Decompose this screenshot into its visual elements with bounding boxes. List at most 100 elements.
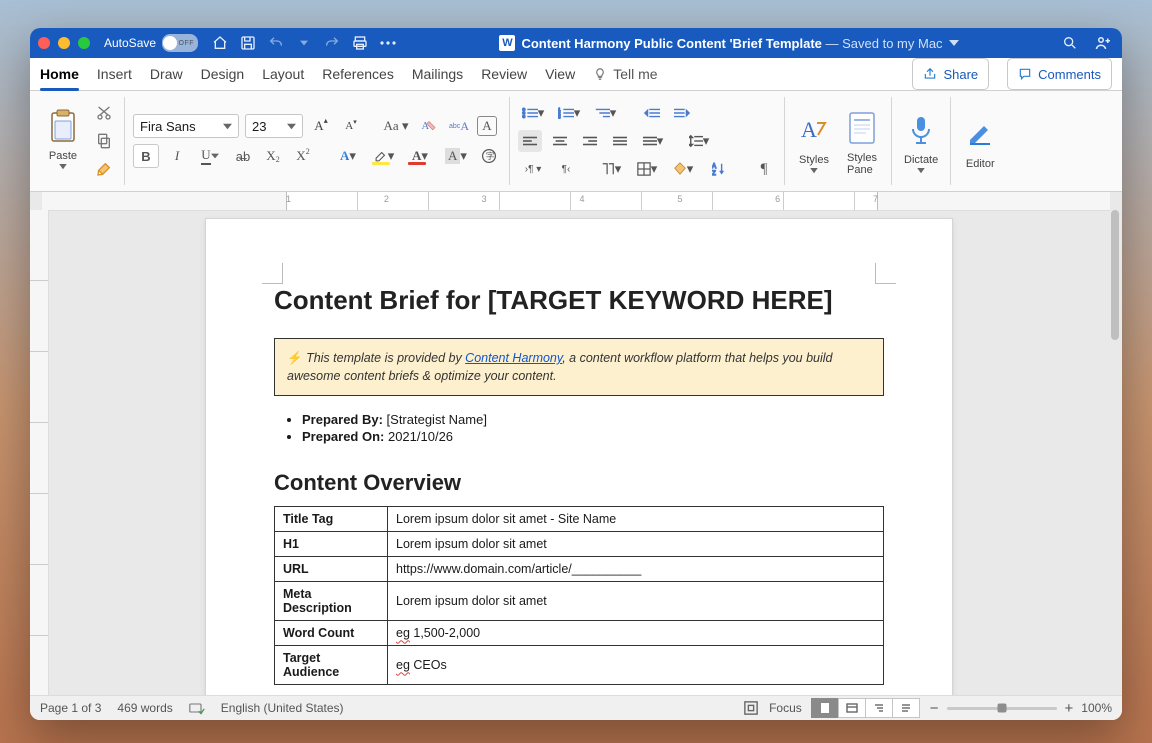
- table-value[interactable]: Lorem ipsum dolor sit amet - Site Name: [388, 507, 884, 532]
- ltr-direction-button[interactable]: ›¶ ▾: [518, 158, 548, 180]
- strikethrough-button[interactable]: a̶b: [231, 145, 255, 167]
- rtl-direction-button[interactable]: ¶‹: [554, 158, 578, 180]
- enclose-characters-icon[interactable]: 字: [477, 145, 501, 167]
- search-icon[interactable]: [1060, 33, 1080, 53]
- share-people-icon[interactable]: [1094, 33, 1114, 53]
- shading-button[interactable]: ▾: [668, 158, 698, 180]
- numbering-button[interactable]: 123 ▾: [554, 102, 584, 124]
- tab-mailings[interactable]: Mailings: [412, 58, 463, 90]
- multilevel-list-button[interactable]: ▾: [590, 102, 620, 124]
- view-print-layout[interactable]: [811, 698, 839, 718]
- ruler-vertical[interactable]: [30, 210, 49, 695]
- superscript-button[interactable]: X2: [291, 145, 315, 167]
- view-outline[interactable]: [865, 698, 893, 718]
- align-right-button[interactable]: [578, 130, 602, 152]
- tell-me[interactable]: Tell me: [593, 58, 657, 90]
- subscript-button[interactable]: X2: [261, 145, 285, 167]
- highlight-color-button[interactable]: ▾: [369, 145, 399, 167]
- table-key[interactable]: URL: [275, 557, 388, 582]
- tab-view[interactable]: View: [545, 58, 575, 90]
- status-words[interactable]: 469 words: [117, 701, 172, 715]
- title-chevron-down-icon[interactable]: [949, 36, 959, 51]
- align-center-button[interactable]: [548, 130, 572, 152]
- redo-icon[interactable]: [322, 33, 342, 53]
- tab-review[interactable]: Review: [481, 58, 527, 90]
- dictate-button[interactable]: Dictate: [900, 106, 942, 176]
- styles-gallery-button[interactable]: A Styles: [793, 106, 835, 176]
- meta-list[interactable]: Prepared By: [Strategist Name] Prepared …: [274, 412, 884, 444]
- view-web-layout[interactable]: [838, 698, 866, 718]
- grow-font-icon[interactable]: A▴: [309, 115, 333, 137]
- format-painter-icon[interactable]: [92, 158, 116, 180]
- table-key[interactable]: Meta Description: [275, 582, 388, 621]
- table-key[interactable]: H1: [275, 532, 388, 557]
- character-shading-button[interactable]: A ▾: [441, 145, 471, 167]
- phonetic-guide-icon[interactable]: abcA: [447, 115, 471, 137]
- table-value[interactable]: Lorem ipsum dolor sit amet: [388, 582, 884, 621]
- doc-heading-1[interactable]: Content Brief for [TARGET KEYWORD HERE]: [274, 285, 884, 316]
- increase-indent-button[interactable]: [670, 102, 694, 124]
- tab-layout[interactable]: Layout: [262, 58, 304, 90]
- justify-button[interactable]: [608, 130, 632, 152]
- italic-button[interactable]: I: [165, 145, 189, 167]
- view-draft[interactable]: [892, 698, 920, 718]
- tab-home[interactable]: Home: [40, 58, 79, 90]
- tab-design[interactable]: Design: [201, 58, 245, 90]
- asian-layout-button[interactable]: ▾: [596, 158, 626, 180]
- undo-icon[interactable]: [266, 33, 286, 53]
- print-icon[interactable]: [350, 33, 370, 53]
- notice-box[interactable]: ⚡ This template is provided by Content H…: [274, 338, 884, 396]
- underline-button[interactable]: U: [195, 145, 225, 167]
- document-viewport[interactable]: Content Brief for [TARGET KEYWORD HERE] …: [48, 210, 1110, 695]
- doc-heading-2[interactable]: Content Overview: [274, 470, 884, 496]
- sort-button[interactable]: AZ: [704, 158, 734, 180]
- overview-table[interactable]: Title TagLorem ipsum dolor sit amet - Si…: [274, 506, 884, 685]
- show-paragraph-marks-button[interactable]: ¶: [752, 158, 776, 180]
- focus-icon[interactable]: [743, 700, 759, 716]
- focus-label[interactable]: Focus: [769, 701, 802, 715]
- decrease-indent-button[interactable]: [640, 102, 664, 124]
- distributed-button[interactable]: ▾: [638, 130, 668, 152]
- ruler-horizontal[interactable]: 1 2 3 4 5 6 7: [42, 192, 1110, 211]
- cut-icon[interactable]: [92, 102, 116, 124]
- table-key[interactable]: Word Count: [275, 621, 388, 646]
- status-page[interactable]: Page 1 of 3: [40, 701, 101, 715]
- font-color-button[interactable]: A ▾: [405, 145, 435, 167]
- notice-link[interactable]: Content Harmony: [465, 351, 562, 365]
- clear-formatting-icon[interactable]: A: [417, 115, 441, 137]
- line-spacing-button[interactable]: ▾: [684, 130, 714, 152]
- tab-insert[interactable]: Insert: [97, 58, 132, 90]
- save-icon[interactable]: [238, 33, 258, 53]
- change-case-icon[interactable]: Aa ▾: [381, 115, 411, 137]
- shrink-font-icon[interactable]: A▾: [339, 115, 363, 137]
- zoom-out-button[interactable]: −: [930, 700, 939, 717]
- fullscreen-window-button[interactable]: [78, 37, 90, 49]
- comments-button[interactable]: Comments: [1007, 58, 1112, 90]
- undo-dropdown-icon[interactable]: [294, 33, 314, 53]
- tab-draw[interactable]: Draw: [150, 58, 183, 90]
- editor-button[interactable]: Editor: [959, 110, 1001, 172]
- scrollbar-thumb[interactable]: [1111, 210, 1119, 340]
- styles-pane-button[interactable]: Styles Pane: [841, 104, 883, 178]
- font-name-select[interactable]: Fira Sans: [133, 114, 239, 138]
- table-value[interactable]: Lorem ipsum dolor sit amet: [388, 532, 884, 557]
- table-key[interactable]: Title Tag: [275, 507, 388, 532]
- zoom-slider[interactable]: [947, 707, 1057, 710]
- vertical-scrollbar[interactable]: [1110, 210, 1120, 693]
- more-icon[interactable]: [378, 33, 398, 53]
- spellcheck-icon[interactable]: [189, 700, 205, 716]
- page[interactable]: Content Brief for [TARGET KEYWORD HERE] …: [205, 218, 953, 695]
- font-size-select[interactable]: 23: [245, 114, 303, 138]
- minimize-window-button[interactable]: [58, 37, 70, 49]
- paste-button[interactable]: Paste: [42, 102, 84, 172]
- zoom-in-button[interactable]: +: [1065, 700, 1074, 717]
- close-window-button[interactable]: [38, 37, 50, 49]
- bold-button[interactable]: B: [133, 144, 159, 168]
- zoom-value[interactable]: 100%: [1081, 701, 1112, 715]
- bullets-button[interactable]: ▾: [518, 102, 548, 124]
- autosave-toggle[interactable]: AutoSave OFF: [104, 34, 198, 52]
- tab-references[interactable]: References: [322, 58, 394, 90]
- home-icon[interactable]: [210, 33, 230, 53]
- align-left-button[interactable]: [518, 130, 542, 152]
- copy-icon[interactable]: [92, 130, 116, 152]
